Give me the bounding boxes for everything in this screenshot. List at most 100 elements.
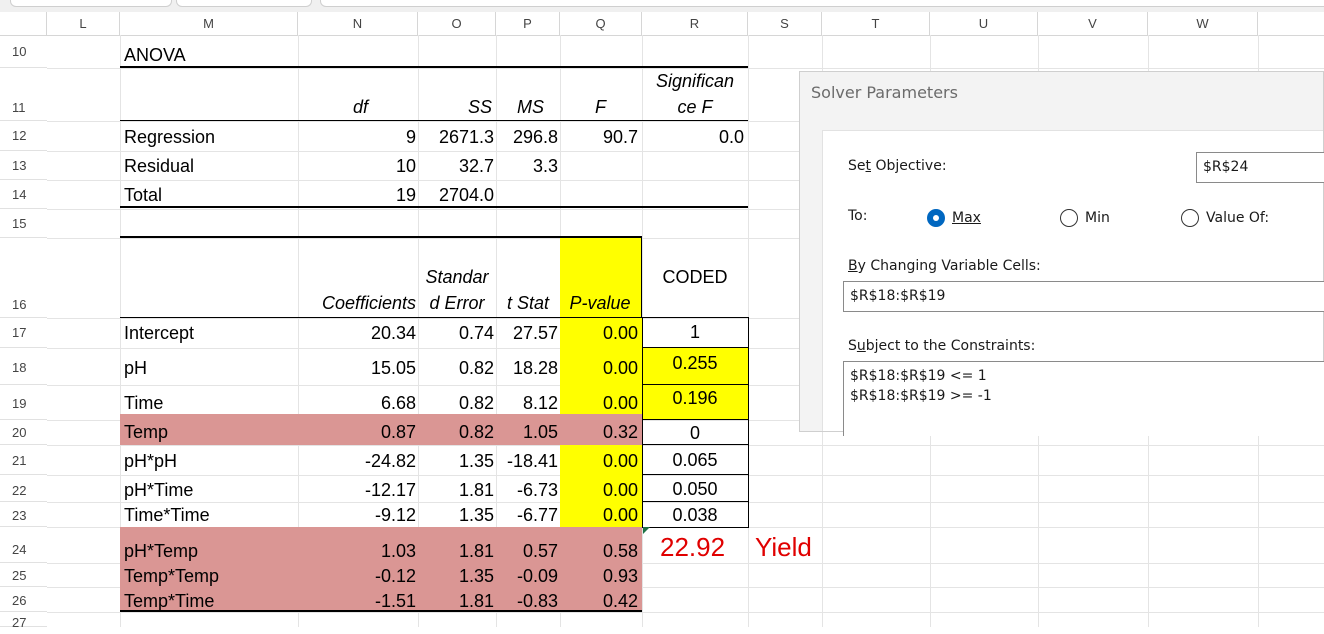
column-header-Q[interactable]: Q — [560, 12, 642, 35]
select-all-corner[interactable] — [0, 12, 47, 35]
column-header-P[interactable]: P — [496, 12, 560, 35]
column-header-L[interactable]: L — [47, 12, 120, 35]
coef-header-border — [120, 317, 642, 318]
column-header-T[interactable]: T — [822, 12, 930, 35]
se-value: 0.74 — [458, 323, 494, 343]
anova-ms: 296.8 — [512, 127, 558, 147]
tstat-value: -18.41 — [506, 451, 558, 471]
value-of-radio[interactable] — [1181, 209, 1199, 227]
max-radio-label[interactable]: Max — [952, 210, 981, 226]
row-header-14[interactable]: 14 — [0, 180, 47, 209]
column-header-O[interactable]: O — [418, 12, 496, 35]
row-header-10[interactable]: 10 — [0, 36, 47, 68]
column-header-N[interactable]: N — [298, 12, 418, 35]
coded-value[interactable]: 0.050 — [642, 479, 748, 499]
tstat-value: -0.09 — [516, 566, 558, 586]
row-header-15[interactable]: 15 — [0, 209, 47, 238]
anova-bottom-border — [120, 206, 748, 208]
formula-tab-stub — [176, 0, 312, 7]
anova-title: ANOVA — [124, 45, 186, 65]
coded-divider — [642, 419, 749, 420]
coef-value: -12.17 — [364, 480, 416, 500]
tstat-value: 1.05 — [522, 422, 558, 442]
pvalue-value: 0.00 — [602, 393, 638, 413]
coded-value[interactable]: 0.196 — [642, 388, 748, 408]
row-header-20[interactable]: 20 — [0, 420, 47, 445]
column-header-S[interactable]: S — [748, 12, 822, 35]
anova-sigf: 0.0 — [718, 127, 744, 147]
coded-value[interactable]: 0 — [642, 423, 748, 443]
anova-ms: 3.3 — [532, 156, 558, 176]
row-header-17[interactable]: 17 — [0, 318, 47, 348]
anova-header-ms: MS — [517, 97, 544, 117]
anova-ss: 2671.3 — [438, 127, 494, 147]
coef-row-label: Temp*Time — [124, 591, 215, 611]
max-radio[interactable] — [927, 209, 945, 227]
formula-tab-stub — [10, 0, 172, 7]
row-header-18[interactable]: 18 — [0, 348, 47, 385]
anova-header-df: df — [352, 97, 368, 117]
coded-divider — [642, 501, 749, 502]
min-radio-label[interactable]: Min — [1085, 210, 1110, 226]
constraints-label: Subject to the Constraints: — [848, 338, 1036, 354]
pvalue-value: 0.32 — [602, 422, 638, 442]
coef-value: -24.82 — [364, 451, 416, 471]
min-radio[interactable] — [1060, 209, 1078, 227]
row-header-11[interactable]: 11 — [0, 68, 47, 121]
row-header-23[interactable]: 23 — [0, 502, 47, 527]
anova-ss: 32.7 — [458, 156, 494, 176]
anova-f: 90.7 — [602, 127, 638, 147]
coef-header-coded: CODED — [662, 267, 728, 287]
column-header-U[interactable]: U — [930, 12, 1038, 35]
formula-bar-stub — [320, 0, 1324, 7]
column-header-M[interactable]: M — [120, 12, 298, 35]
tstat-value: -6.73 — [516, 480, 558, 500]
pvalue-value: 0.00 — [602, 505, 638, 525]
row-header-19[interactable]: 19 — [0, 385, 47, 420]
pvalue-value: 0.58 — [602, 541, 638, 561]
row-header-21[interactable]: 21 — [0, 445, 47, 475]
anova-header-border — [120, 120, 748, 121]
anova-top-border — [120, 66, 748, 68]
row-header-16[interactable]: 16 — [0, 238, 47, 318]
coef-row-label: Time — [124, 393, 164, 413]
anova-row-label: Residual — [124, 156, 195, 176]
se-value: 1.81 — [458, 541, 494, 561]
tstat-value: 27.57 — [512, 323, 558, 343]
row-header-22[interactable]: 22 — [0, 475, 47, 502]
pvalue-value: 0.42 — [602, 591, 638, 611]
column-header-V[interactable]: V — [1038, 12, 1148, 35]
coef-row-label: Intercept — [124, 323, 195, 343]
row-header-27[interactable]: 27 — [0, 612, 47, 630]
value-of-radio-label[interactable]: Value Of: — [1206, 210, 1269, 226]
coded-value[interactable]: 0.038 — [642, 505, 748, 525]
row-header-12[interactable]: 12 — [0, 121, 47, 151]
gridline — [47, 612, 1324, 613]
constraints-list[interactable]: $R$18:$R$19 <= 1 $R$18:$R$19 >= -1 — [843, 361, 1324, 436]
row-header-24[interactable]: 24 — [0, 527, 47, 563]
set-objective-input[interactable]: $R$24 — [1196, 152, 1324, 183]
row-header-26[interactable]: 26 — [0, 587, 47, 612]
coef-row-label: pH*pH — [124, 451, 178, 471]
constraint-item[interactable]: $R$18:$R$19 <= 1 — [850, 366, 1324, 386]
coef-row-label: pH*Temp — [124, 541, 199, 561]
solver-parameters-dialog: Solver Parameters Set Objective: $R$24 T… — [799, 71, 1324, 436]
coded-value[interactable]: 0.255 — [642, 353, 748, 373]
coef-value: -9.12 — [374, 505, 416, 525]
coef-value: 15.05 — [370, 358, 416, 378]
changing-cells-input[interactable]: $R$18:$R$19 — [843, 281, 1324, 312]
row-header-13[interactable]: 13 — [0, 151, 47, 180]
coded-value[interactable]: 0.065 — [642, 450, 748, 470]
coef-row-label: Time*Time — [124, 505, 210, 525]
yield-value[interactable]: 22.92 — [660, 533, 725, 561]
gridline — [47, 68, 1324, 69]
row-header-25[interactable]: 25 — [0, 563, 47, 587]
pvalue-value: 0.00 — [602, 358, 638, 378]
column-header-bar: L M N O P Q R S T U V W — [0, 12, 1324, 36]
column-header-W[interactable]: W — [1148, 12, 1258, 35]
coef-row-label: pH — [124, 358, 148, 378]
anova-ss: 2704.0 — [438, 185, 494, 205]
coded-value[interactable]: 1 — [642, 322, 748, 342]
constraint-item[interactable]: $R$18:$R$19 >= -1 — [850, 386, 1324, 406]
column-header-R[interactable]: R — [642, 12, 748, 35]
